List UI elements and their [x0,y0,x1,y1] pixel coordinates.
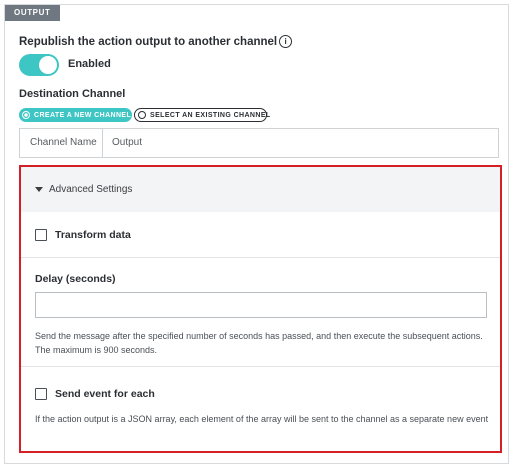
delay-input[interactable] [35,292,487,318]
channel-name-label: Channel Name [20,129,103,157]
radio-label: CREATE A NEW CHANNEL [34,111,132,119]
republish-label: Republish the action output to another c… [19,35,278,48]
advanced-settings-toggle[interactable]: Advanced Settings [21,167,500,212]
enabled-toggle[interactable] [19,54,59,76]
radio-selected-icon [22,111,30,119]
transform-data-label: Transform data [55,228,131,241]
republish-heading: Republish the action output to another c… [19,35,293,48]
send-event-line: Send event for each [35,388,155,400]
delay-label: Delay (seconds) [35,273,116,285]
delay-row: Delay (seconds) Send the message after t… [21,258,500,367]
toggle-label: Enabled [68,58,111,70]
radio-label: SELECT AN EXISTING CHANNEL [150,111,271,119]
select-existing-channel-radio[interactable]: SELECT AN EXISTING CHANNEL [134,108,270,122]
advanced-settings-section: Advanced Settings Transform data Delay (… [19,165,502,453]
destination-channel-label: Destination Channel [19,88,126,100]
transform-data-checkbox[interactable] [35,228,47,241]
send-event-checkbox[interactable] [35,388,47,400]
caret-down-icon [35,187,43,192]
transform-data-row: Transform data [21,212,500,258]
output-panel: OUTPUT Republish the action output to an… [4,4,509,464]
toggle-knob [39,56,57,74]
send-event-help-text: If the action output is a JSON array, ea… [35,414,489,424]
channel-name-input[interactable]: Output [103,129,498,157]
delay-help-text: Send the message after the specified num… [35,331,483,355]
section-tag: OUTPUT [5,5,60,21]
channel-name-field: Channel Name Output [19,128,499,158]
info-icon[interactable]: i [279,35,293,48]
radio-unselected-icon [138,111,146,119]
send-event-row: Send event for each If the action output… [21,367,500,451]
create-new-channel-radio[interactable]: CREATE A NEW CHANNEL [19,108,132,122]
advanced-settings-label: Advanced Settings [49,184,133,195]
send-event-label: Send event for each [55,388,155,400]
destination-radio-group: CREATE A NEW CHANNEL SELECT AN EXISTING … [19,108,270,122]
